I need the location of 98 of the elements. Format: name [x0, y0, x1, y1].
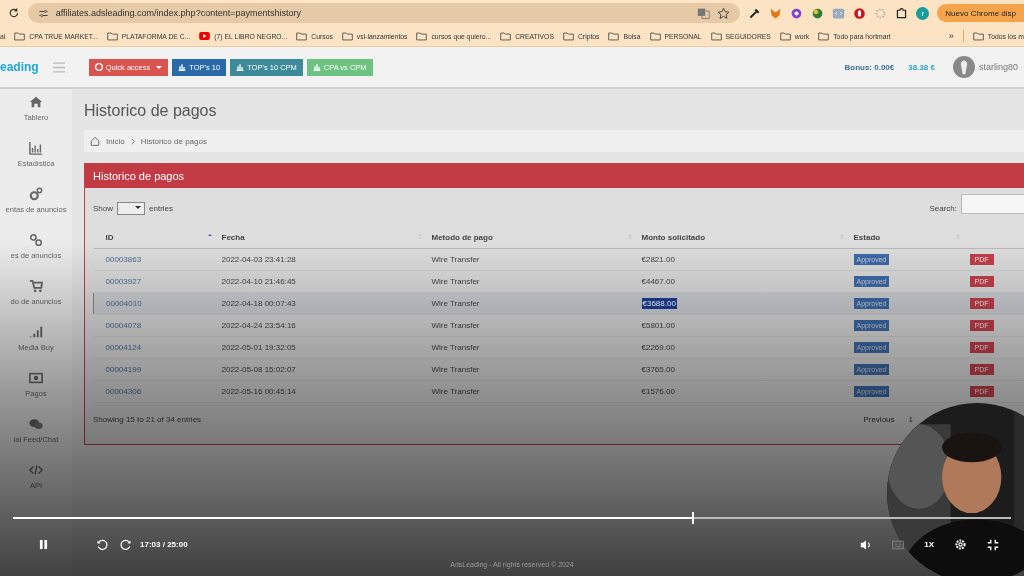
table-cell: 2022-04-03 23:41:28 — [215, 248, 426, 271]
chat-icon — [29, 417, 43, 431]
money-icon — [29, 371, 43, 385]
id-link[interactable]: 00004078 — [93, 314, 216, 337]
table-cell: Wire Transfer — [425, 314, 636, 337]
table-cell: 2022-04-18 00:07:43 — [215, 292, 426, 315]
id-link[interactable]: 00004306 — [93, 380, 216, 403]
code-icon — [29, 463, 43, 477]
puzzle-icon[interactable] — [895, 6, 909, 20]
folder-icon — [710, 31, 722, 41]
folder-icon — [14, 31, 26, 41]
settings-icon[interactable] — [954, 538, 967, 551]
folder-icon — [296, 31, 308, 41]
table-cell: Wire Transfer — [425, 336, 636, 359]
translate-icon[interactable] — [697, 6, 711, 20]
more-bookmarks[interactable]: » — [948, 31, 954, 41]
folder-icon — [608, 31, 620, 41]
previous-link[interactable]: Previous — [863, 415, 895, 424]
table-cell: Wire Transfer — [425, 270, 636, 293]
chart-icon — [29, 141, 43, 155]
star-icon[interactable] — [717, 6, 731, 20]
folder-icon — [106, 31, 118, 41]
chart-icon — [236, 63, 245, 71]
show-label: Show — [93, 204, 113, 213]
folder-icon — [562, 31, 574, 41]
folder-icon — [500, 31, 512, 41]
opera-icon[interactable] — [853, 6, 867, 20]
table-cell: 2022-05-01 19:32:05 — [215, 336, 426, 359]
gears-icon — [29, 187, 43, 201]
table-cell: €3688.00 — [635, 292, 848, 315]
table-cell: Wire Transfer — [425, 380, 636, 403]
speed-button[interactable]: 1X — [924, 540, 934, 549]
table-cell: 2022-04-10 21:46:45 — [215, 270, 426, 293]
id-link[interactable]: 00004010 — [93, 292, 216, 315]
eyedropper-icon[interactable] — [748, 6, 762, 20]
fullscreen-icon[interactable] — [987, 538, 999, 551]
table-cell: €1576.00 — [635, 380, 848, 403]
column-header[interactable]: ID — [93, 223, 216, 249]
captions-icon[interactable] — [892, 539, 905, 550]
reload-icon[interactable] — [8, 7, 20, 19]
site-settings-icon[interactable] — [37, 7, 49, 19]
forward-icon[interactable] — [120, 538, 132, 551]
rewind-icon[interactable] — [96, 538, 108, 551]
column-header[interactable]: Metodo de pago — [425, 223, 636, 249]
chart-icon — [312, 63, 321, 71]
breadcrumb-link[interactable]: Inicio — [106, 136, 125, 146]
table-cell: Wire Transfer — [425, 292, 636, 315]
time-display: 17:03 / 25:00 — [140, 540, 188, 549]
panel-header: Historico de pagos — [85, 164, 1024, 188]
id-link[interactable]: 00003927 — [93, 270, 216, 293]
folder-icon — [416, 31, 428, 41]
balance-amount: 38.38 € — [908, 62, 935, 72]
update-button[interactable]: Nuevo Chrome disp — [937, 4, 1024, 22]
home-icon — [29, 95, 43, 109]
id-link[interactable]: 00003863 — [93, 248, 216, 271]
bonus-amount: Bonus: 0.00€ — [844, 62, 895, 72]
search-label: Search: — [929, 204, 957, 213]
column-header[interactable]: Estado — [847, 223, 964, 249]
circle-icon[interactable] — [790, 6, 804, 20]
table-cell: €5801.00 — [635, 314, 848, 337]
folder-icon — [341, 31, 353, 41]
table-cell: 2022-05-08 15:02:07 — [215, 358, 426, 381]
entries-info: Showing 15 to 21 of 34 entries — [93, 415, 202, 424]
table-cell: Wire Transfer — [425, 358, 636, 381]
chart-icon — [178, 63, 187, 71]
table-cell: 2022-04-24 23:54:16 — [215, 314, 426, 337]
column-header[interactable]: Fecha — [215, 223, 426, 249]
page-link[interactable]: 1 — [908, 415, 913, 424]
play-icon — [199, 32, 211, 40]
home-icon — [90, 136, 100, 146]
page-title: Historico de pagos — [84, 102, 218, 120]
table-cell: €4467.00 — [635, 270, 848, 293]
id-link[interactable]: 00004124 — [93, 336, 216, 359]
url-text: affiliates.adsleading.com/index.php?content=paymentshistory — [55, 8, 301, 18]
user-name[interactable]: starling80 — [978, 62, 1018, 72]
folder-icon — [649, 31, 661, 41]
folder-icon — [972, 31, 984, 41]
user-avatar[interactable] — [952, 56, 975, 78]
chevron-icon — [130, 137, 135, 145]
table-cell: 2022-05-16 00:45:14 — [215, 380, 426, 403]
cart-icon — [29, 279, 43, 293]
table-cell: €2269.00 — [635, 336, 848, 359]
column-header[interactable]: Monto solicitado — [635, 223, 848, 249]
id-link[interactable]: 00004199 — [93, 358, 216, 381]
entries-select[interactable] — [117, 202, 145, 215]
folder-icon — [818, 31, 830, 41]
globe-icon[interactable] — [811, 6, 825, 20]
table-cell: Wire Transfer — [425, 248, 636, 271]
pause-button[interactable] — [39, 540, 48, 549]
folder-icon — [779, 31, 791, 41]
profile-avatar[interactable]: r — [916, 6, 930, 20]
seek-handle[interactable] — [691, 512, 694, 524]
volume-icon[interactable] — [860, 538, 873, 551]
address-bar[interactable]: affiliates.adsleading.com/index.php?content=paymentshistory — [27, 3, 741, 23]
table-cell: €3765.00 — [635, 358, 848, 381]
entries-label: entries — [149, 204, 174, 213]
table-cell: €2821.00 — [635, 248, 848, 271]
signal-icon — [29, 325, 43, 339]
